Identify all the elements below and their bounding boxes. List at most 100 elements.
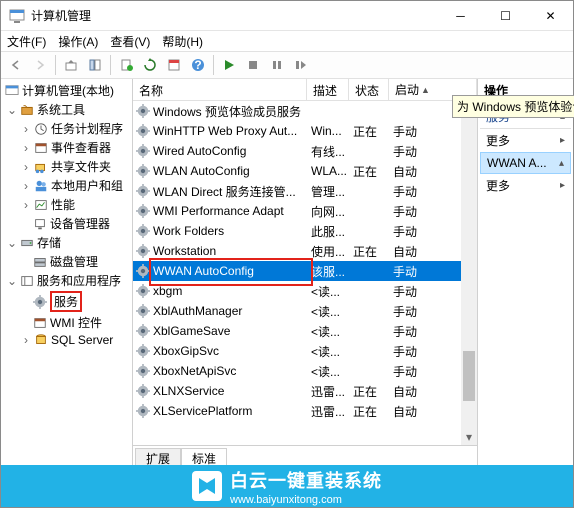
service-gear-icon [136, 144, 150, 158]
service-row[interactable]: WLAN AutoConfigWLA...正在自动 [133, 161, 477, 181]
grid-header: 名称 描述 状态 启动▲ [133, 79, 477, 101]
service-row[interactable]: WWAN AutoConfig该服...手动 [133, 261, 477, 281]
service-name: WinHTTP Web Proxy Aut... [153, 124, 297, 138]
service-row[interactable]: Workstation使用...正在自动 [133, 241, 477, 261]
expand-icon[interactable]: › [21, 122, 31, 136]
actions-more-2[interactable]: 更多▸ [480, 174, 571, 197]
stop-service-button[interactable] [242, 54, 264, 76]
menu-view[interactable]: 查看(V) [110, 33, 150, 50]
back-button[interactable] [5, 54, 27, 76]
service-row[interactable]: WinHTTP Web Proxy Aut...Win...正在手动 [133, 121, 477, 141]
service-desc: Win... [307, 124, 349, 138]
service-gear-icon [136, 224, 150, 238]
watermark-footer: 白云一键重装系统 www.baiyunxitong.com [1, 465, 573, 507]
scroll-thumb[interactable] [463, 351, 475, 401]
submenu-arrow-icon: ▸ [560, 180, 565, 191]
service-name: Workstation [153, 244, 216, 258]
service-name: XLServicePlatform [153, 404, 252, 418]
service-row[interactable]: xbgm<读...手动 [133, 281, 477, 301]
expand-icon[interactable]: › [21, 333, 31, 347]
menu-help[interactable]: 帮助(H) [162, 33, 203, 50]
col-status[interactable]: 状态 [349, 79, 389, 100]
col-desc[interactable]: 描述 [307, 79, 349, 100]
export-button[interactable] [115, 54, 137, 76]
service-desc: <读... [307, 363, 349, 380]
service-row[interactable]: Wired AutoConfig有线...手动 [133, 141, 477, 161]
service-row[interactable]: XLServicePlatform迅雷...正在自动 [133, 401, 477, 421]
tree-device-manager[interactable]: 设备管理器 [3, 214, 130, 233]
collapse-icon[interactable]: ⌄ [7, 103, 17, 117]
nav-tree[interactable]: 计算机管理(本地) ⌄系统工具 ›任务计划程序 ›事件查看器 ›共享文件夹 ›本… [1, 79, 133, 467]
collapse-icon[interactable]: ⌄ [7, 236, 17, 250]
menu-action[interactable]: 操作(A) [58, 33, 98, 50]
tree-root[interactable]: 计算机管理(本地) [3, 81, 130, 100]
restart-service-button[interactable] [290, 54, 312, 76]
expand-icon[interactable]: › [21, 179, 31, 193]
services-grid: 名称 描述 状态 启动▲ 为 Windows 预览体验计划提供基础结构支持。 W… [133, 79, 478, 467]
service-name: Windows 预览体验成员服务 [153, 103, 301, 120]
actions-pane: 操作 服务▴ 更多▸ WWAN A...▴ 更多▸ [478, 79, 573, 467]
minimize-button[interactable]: ─ [438, 1, 483, 30]
tree-services-apps[interactable]: ⌄服务和应用程序 [3, 271, 130, 290]
help-button[interactable]: ? [187, 54, 209, 76]
tree-root-label: 计算机管理(本地) [22, 82, 114, 99]
vertical-scrollbar[interactable]: ▴ ▾ [461, 101, 477, 445]
forward-button[interactable] [29, 54, 51, 76]
refresh-button[interactable] [139, 54, 161, 76]
actions-section-selected[interactable]: WWAN A...▴ [480, 152, 571, 174]
tree-storage[interactable]: ⌄存储 [3, 233, 130, 252]
service-desc: <读... [307, 283, 349, 300]
tree-shared-folders[interactable]: ›共享文件夹 [3, 157, 130, 176]
menu-file[interactable]: 文件(F) [7, 33, 46, 50]
service-status: 正在 [349, 123, 389, 140]
tree-system-tools[interactable]: ⌄系统工具 [3, 100, 130, 119]
service-row[interactable]: XblGameSave<读...手动 [133, 321, 477, 341]
expand-icon[interactable]: › [21, 160, 31, 174]
scroll-down-button[interactable]: ▾ [461, 429, 477, 445]
service-desc: WLA... [307, 164, 349, 178]
service-row[interactable]: WMI Performance Adapt向网...手动 [133, 201, 477, 221]
start-service-button[interactable] [218, 54, 240, 76]
toolbar: ? [1, 51, 573, 79]
maximize-button[interactable]: ☐ [483, 1, 528, 30]
window-title: 计算机管理 [31, 7, 438, 24]
sort-asc-icon: ▲ [421, 85, 430, 95]
view-tabs: 扩展 标准 [133, 445, 477, 467]
tree-disk-management[interactable]: 磁盘管理 [3, 252, 130, 271]
service-gear-icon [136, 244, 150, 258]
tree-services[interactable]: 服务 [3, 290, 130, 313]
service-row[interactable]: XboxNetApiSvc<读...手动 [133, 361, 477, 381]
tree-wmi[interactable]: WMI 控件 [3, 313, 130, 332]
service-row[interactable]: Work Folders此服...手动 [133, 221, 477, 241]
tree-event-viewer[interactable]: ›事件查看器 [3, 138, 130, 157]
svg-text:?: ? [194, 58, 201, 72]
service-row[interactable]: XLNXService迅雷...正在自动 [133, 381, 477, 401]
tree-performance[interactable]: ›性能 [3, 195, 130, 214]
tree-local-users[interactable]: ›本地用户和组 [3, 176, 130, 195]
service-desc: 有线... [307, 143, 349, 160]
service-status: 正在 [349, 403, 389, 420]
service-row[interactable]: XboxGipSvc<读...手动 [133, 341, 477, 361]
service-gear-icon [136, 384, 150, 398]
col-name[interactable]: 名称 [133, 79, 307, 100]
actions-more-1[interactable]: 更多▸ [480, 129, 571, 152]
tree-sql-server[interactable]: ›SQL Server [3, 332, 130, 348]
tree-task-scheduler[interactable]: ›任务计划程序 [3, 119, 130, 138]
service-desc: <读... [307, 343, 349, 360]
service-gear-icon [136, 104, 150, 118]
pause-service-button[interactable] [266, 54, 288, 76]
service-desc: 管理... [307, 183, 349, 200]
collapse-arrow-icon: ▴ [559, 158, 564, 169]
show-hide-tree-button[interactable] [84, 54, 106, 76]
service-desc: 使用... [307, 243, 349, 260]
collapse-icon[interactable]: ⌄ [7, 274, 17, 288]
service-row[interactable]: Windows 预览体验成员服务 [133, 101, 477, 121]
service-row[interactable]: XblAuthManager<读...手动 [133, 301, 477, 321]
properties-button[interactable] [163, 54, 185, 76]
service-gear-icon [136, 264, 150, 278]
service-row[interactable]: WLAN Direct 服务连接管...管理...手动 [133, 181, 477, 201]
up-button[interactable] [60, 54, 82, 76]
expand-icon[interactable]: › [21, 198, 31, 212]
close-button[interactable]: ✕ [528, 1, 573, 30]
expand-icon[interactable]: › [21, 141, 31, 155]
